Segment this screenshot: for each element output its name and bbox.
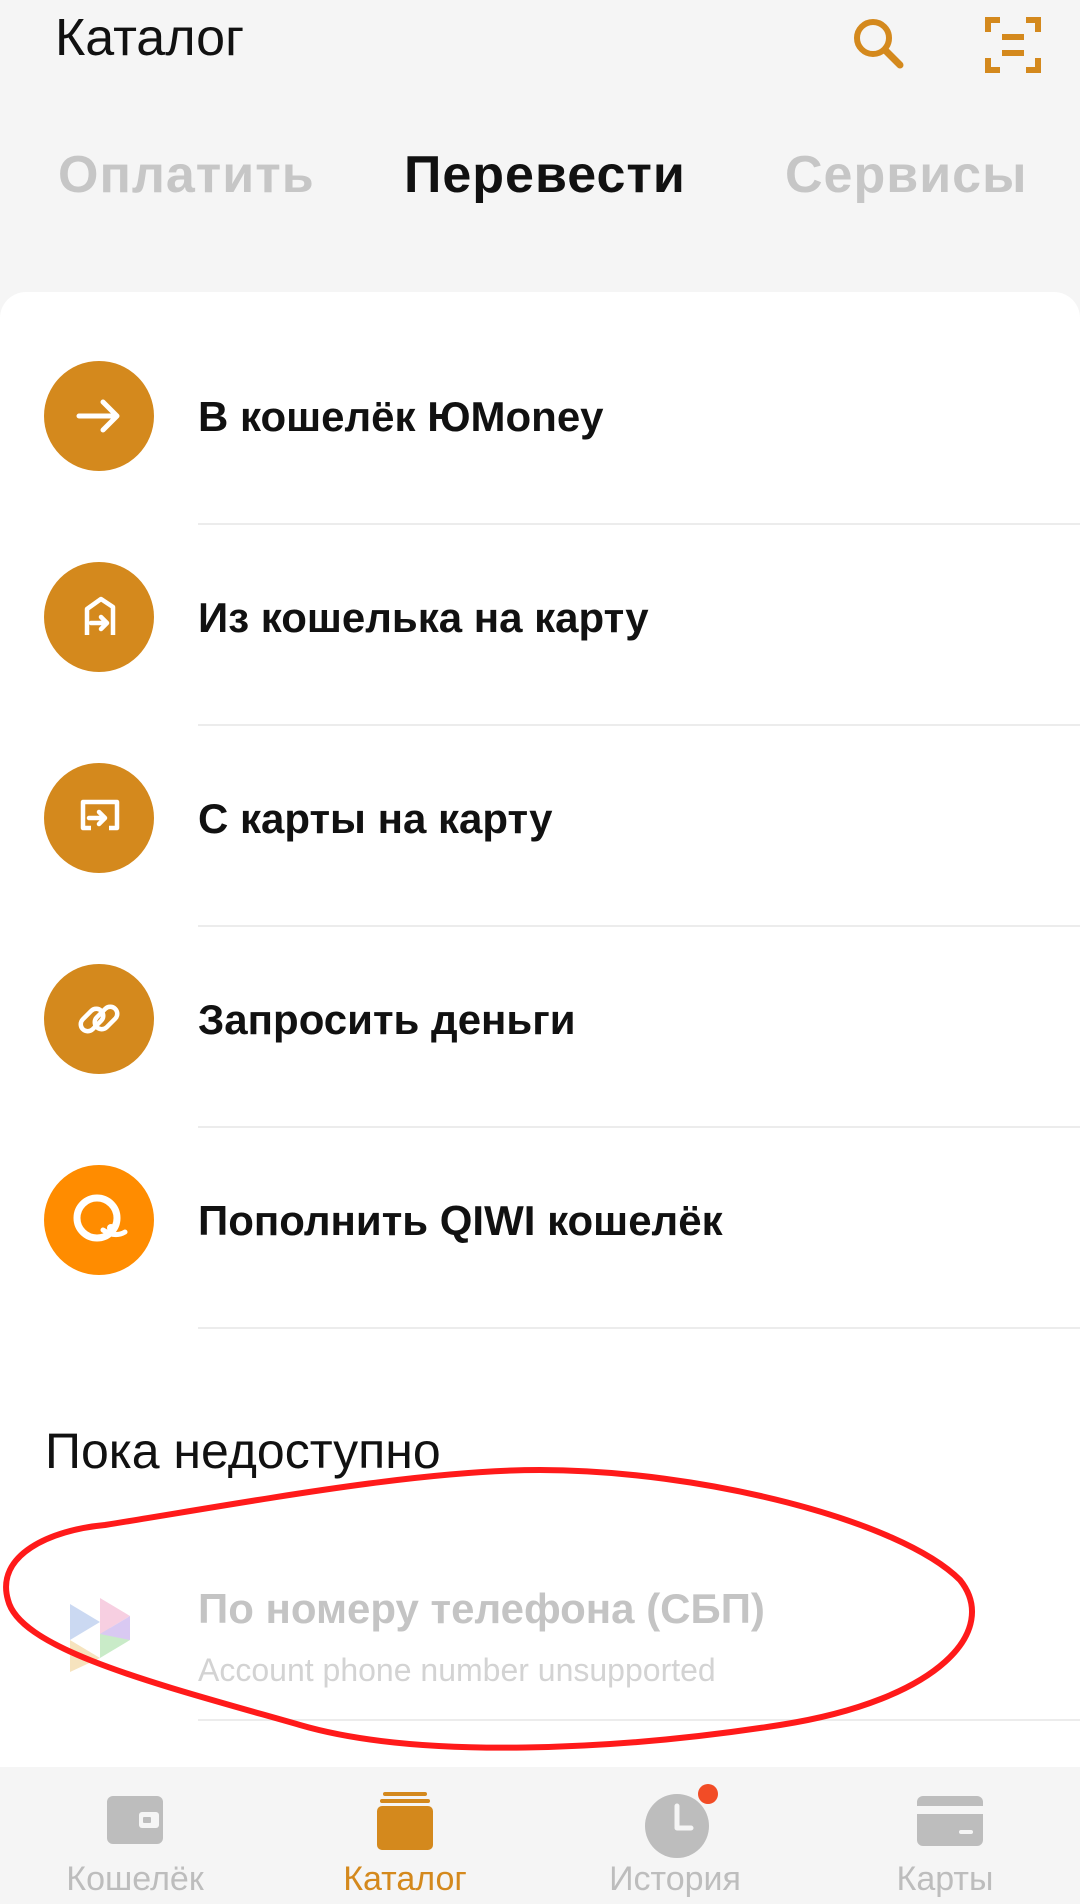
- list-item-label: Пополнить QIWI кошелёк: [198, 1197, 723, 1244]
- list-item-sbp-phone: По номеру телефона (СБП) Account phone n…: [0, 1542, 1080, 1722]
- search-icon[interactable]: [846, 10, 916, 80]
- divider: [198, 523, 1080, 525]
- divider: [198, 925, 1080, 927]
- list-item-subtitle: Account phone number unsupported: [198, 1652, 716, 1688]
- card-icon: [915, 1790, 983, 1850]
- section-title-unavailable: Пока недоступно: [45, 1423, 441, 1479]
- notification-badge: [698, 1784, 718, 1804]
- divider: [198, 724, 1080, 726]
- tab-transfer[interactable]: Перевести: [404, 145, 686, 205]
- list-item-label: В кошелёк ЮMoney: [198, 393, 604, 440]
- nav-item-catalog[interactable]: Каталог: [270, 1768, 540, 1904]
- history-icon: [645, 1790, 709, 1858]
- sbp-logo-icon: [66, 1594, 134, 1672]
- card-to-card-icon: [44, 763, 154, 873]
- qiwi-icon: [44, 1165, 154, 1275]
- tab-pay[interactable]: Оплатить: [58, 145, 315, 205]
- list-item-label: Запросить деньги: [198, 996, 576, 1043]
- list-item-title: По номеру телефона (СБП): [198, 1585, 765, 1632]
- divider: [198, 1126, 1080, 1128]
- nav-item-cards[interactable]: Карты: [810, 1768, 1080, 1904]
- header: Каталог Оплатить Перевести Сервисы: [0, 0, 1080, 290]
- tab-bar: Оплатить Перевести Сервисы: [0, 145, 1080, 225]
- list-item-label: Из кошелька на карту: [198, 594, 649, 641]
- scan-icon[interactable]: [978, 10, 1048, 80]
- list-item-qiwi-topup[interactable]: Пополнить QIWI кошелёк: [0, 1129, 1080, 1330]
- wallet-to-card-icon: [44, 562, 154, 672]
- content-sheet: В кошелёк ЮMoney Из кошелька на карту С …: [0, 292, 1080, 1767]
- nav-item-history[interactable]: История: [540, 1768, 810, 1904]
- nav-item-wallet[interactable]: Кошелёк: [0, 1768, 270, 1904]
- list-item-card-to-card[interactable]: С карты на карту: [0, 727, 1080, 928]
- link-icon: [44, 964, 154, 1074]
- page-title: Каталог: [55, 9, 245, 67]
- nav-label: История: [609, 1860, 741, 1898]
- divider: [198, 1327, 1080, 1329]
- nav-label: Кошелёк: [66, 1860, 204, 1898]
- list-item-wallet-to-card[interactable]: Из кошелька на карту: [0, 526, 1080, 727]
- list-item-label: С карты на карту: [198, 795, 553, 842]
- tab-services[interactable]: Сервисы: [785, 145, 1028, 205]
- list-item-to-yoomoney-wallet[interactable]: В кошелёк ЮMoney: [0, 325, 1080, 526]
- nav-label: Карты: [896, 1860, 994, 1898]
- arrow-right-icon: [44, 361, 154, 471]
- list-item-request-money[interactable]: Запросить деньги: [0, 928, 1080, 1129]
- divider: [198, 1719, 1080, 1721]
- nav-label: Каталог: [343, 1860, 467, 1898]
- bottom-nav: Кошелёк Каталог История Карты: [0, 1768, 1080, 1904]
- wallet-icon: [105, 1790, 165, 1850]
- catalog-icon: [375, 1790, 435, 1850]
